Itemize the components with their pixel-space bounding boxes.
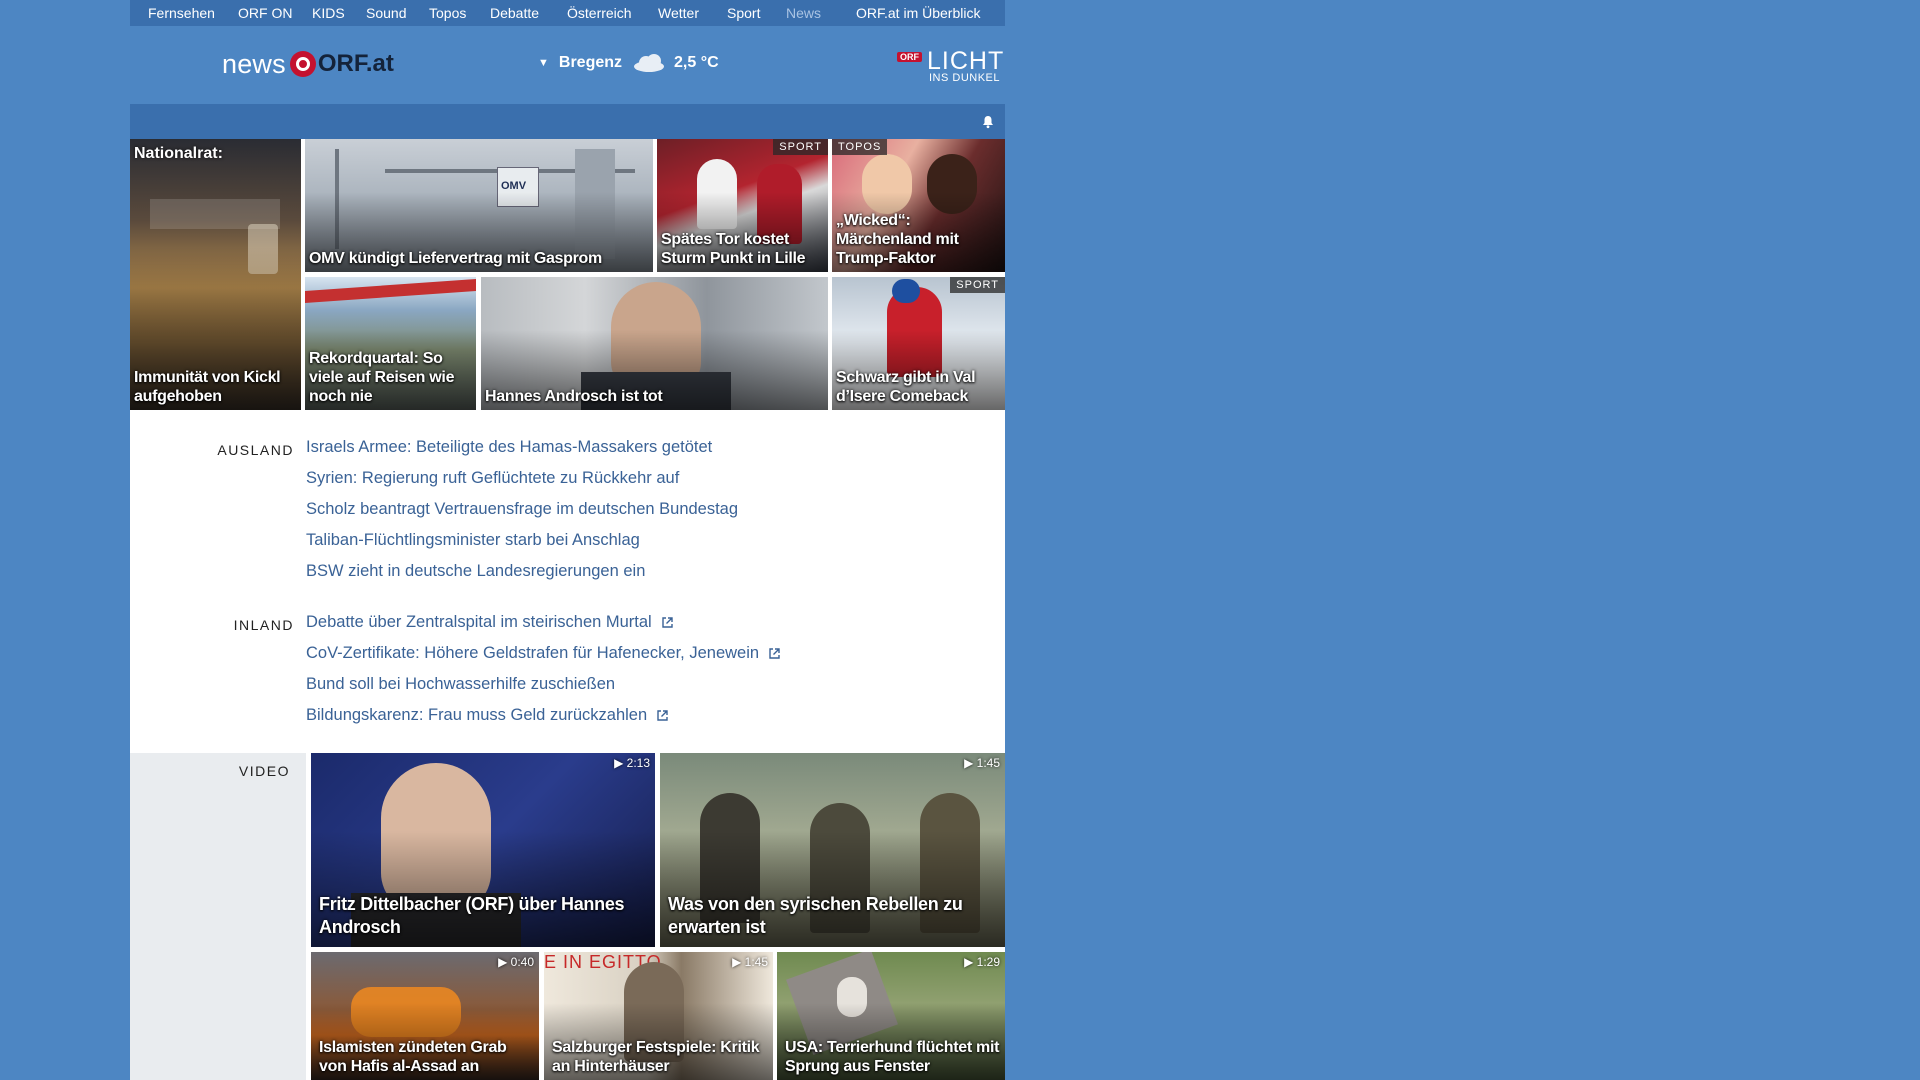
orf-eye-icon [289,51,316,77]
teaser-topline: Nationalrat: [134,145,223,162]
teaser-androsch[interactable]: Hannes Androsch ist tot [481,277,828,410]
teaser-caption: OMV kündigt Liefervertrag mit Gasprom [309,250,602,267]
story-link[interactable]: Debatte über Zentralspital im steirische… [306,613,674,632]
orf-tag: ORF [897,52,922,62]
nav-item-sound[interactable]: Sound [366,5,406,21]
nav-item-orf-on[interactable]: ORF ON [238,5,292,21]
main-content: Nationalrat: Immunität von Kickl aufgeho… [130,139,1005,1080]
section-label-inland: INLAND [233,617,294,633]
weather-city: Bregenz [558,54,623,71]
video-teaser[interactable]: ▶ 0:40 Islamisten zündeten Grab von Hafi… [311,952,539,1080]
notification-bar [130,104,1005,139]
logo-orf-text: ORF.at [317,50,394,77]
category-badge: SPORT [950,277,1005,293]
teaser-nationalrat[interactable]: Nationalrat: Immunität von Kickl aufgeho… [130,139,301,410]
teaser-caption: Immunität von Kickl aufgehoben [134,369,281,405]
site-header: news ORF.at ▼ Bregenz 2,5 °C ORF LICHT I… [130,26,1005,104]
teaser-caption: Rekordquartal: So viele auf Reisen wie n… [309,350,455,405]
teaser-caption: „Wicked“: Märchenland mit Trump-Faktor [836,212,959,267]
teaser-caption: Spätes Tor kostet Sturm Punkt in Lille [661,231,806,267]
video-duration: ▶ 1:29 [964,955,1000,969]
category-badge: TOPOS [832,139,888,155]
video-teaser[interactable]: ▶ 1:29 USA: Terrierhund flüchtet mit Spr… [777,952,1005,1080]
story-link[interactable]: Scholz beantragt Vertrauensfrage im deut… [306,500,738,519]
story-link[interactable]: CoV-Zertifikate: Höhere Geldstrafen für … [306,644,781,663]
story-link[interactable]: Bildungskarenz: Frau muss Geld zurückzah… [306,706,669,725]
video-caption: Islamisten zündeten Grab von Hafis al-As… [319,1039,507,1075]
video-caption: Salzburger Festspiele: Kritik an Hinterh… [552,1039,760,1075]
video-duration: ▶ 1:45 [964,756,1000,770]
licht-ins-dunkel-logo[interactable]: ORF LICHT INS DUNKEL [897,47,1007,89]
video-caption: Fritz Dittelbacher (ORF) über Hannes And… [319,894,625,937]
nav-item-overview[interactable]: ORF.at im Überblick [856,5,980,21]
video-section-sidebar [130,753,306,1080]
cloud-icon [632,54,666,72]
teaser-caption: Schwarz gibt in Val d’Isere Comeback [836,369,976,405]
section-label-ausland: AUSLAND [217,442,294,458]
video-teaser[interactable]: ▶ 1:45 Was von den syrischen Rebellen zu… [660,753,1005,947]
nav-item-sport[interactable]: Sport [727,5,760,21]
nav-item-oesterreich[interactable]: Österreich [567,5,632,21]
nav-item-topos[interactable]: Topos [429,5,466,21]
video-caption: USA: Terrierhund flüchtet mit Sprung aus… [785,1039,1000,1075]
video-duration: ▶ 0:40 [498,955,534,969]
airplane-wing [305,279,476,303]
story-link[interactable]: Bund soll bei Hochwasserhilfe zuschießen [306,675,615,694]
story-link[interactable]: Syrien: Regierung ruft Geflüchtete zu Rü… [306,469,679,488]
logo-news-text: news [222,48,286,79]
external-link-icon [662,617,673,628]
category-badge: SPORT [773,139,828,155]
story-link[interactable]: Israels Armee: Beteiligte des Hamas-Mass… [306,438,712,457]
section-label-video: VIDEO [238,763,290,779]
video-teaser[interactable]: E IN EGITTO ▶ 1:45 Salzburger Festspiele… [544,952,773,1080]
teaser-sturm-lille[interactable]: SPORT Spätes Tor kostet Sturm Punkt in L… [657,139,828,272]
nav-item-debatte[interactable]: Debatte [490,5,539,21]
bell-icon[interactable] [981,115,995,129]
licht-subtitle: INS DUNKEL [929,72,1001,84]
video-duration: ▶ 1:45 [732,955,768,969]
video-caption: Was von den syrischen Rebellen zu erwart… [668,894,963,937]
dropdown-triangle-icon: ▼ [538,57,549,69]
nav-item-news[interactable]: News [786,5,821,21]
news-orf-logo[interactable]: news ORF.at [222,46,394,82]
weather-widget[interactable]: ▼ Bregenz 2,5 °C [538,54,719,72]
nav-item-kids[interactable]: KIDS [312,5,345,21]
teaser-schwarz[interactable]: SPORT Schwarz gibt in Val d’Isere Comeba… [832,277,1005,410]
story-link[interactable]: Taliban-Flüchtlingsminister starb bei An… [306,531,640,550]
teaser-omv[interactable]: OMV OMV kündigt Liefervertrag mit Gaspro… [305,139,653,272]
top-navigation: Fernsehen ORF ON KIDS Sound Topos Debatt… [130,0,1005,26]
story-link[interactable]: BSW zieht in deutsche Landesregierungen … [306,562,645,581]
nav-item-fernsehen[interactable]: Fernsehen [148,5,215,21]
video-teaser[interactable]: ▶ 2:13 Fritz Dittelbacher (ORF) über Han… [311,753,655,947]
external-link-icon [657,710,668,721]
nav-item-wetter[interactable]: Wetter [658,5,699,21]
teaser-rekordquartal[interactable]: Rekordquartal: So viele auf Reisen wie n… [305,277,476,410]
teaser-caption: Hannes Androsch ist tot [485,388,663,405]
weather-temperature: 2,5 °C [674,54,719,71]
teaser-wicked[interactable]: TOPOS „Wicked“: Märchenland mit Trump-Fa… [832,139,1005,272]
omv-logo-text: OMV [501,180,527,192]
external-link-icon [769,648,780,659]
video-duration: ▶ 2:13 [614,756,650,770]
page-wrapper: Fernsehen ORF ON KIDS Sound Topos Debatt… [130,0,1005,1080]
